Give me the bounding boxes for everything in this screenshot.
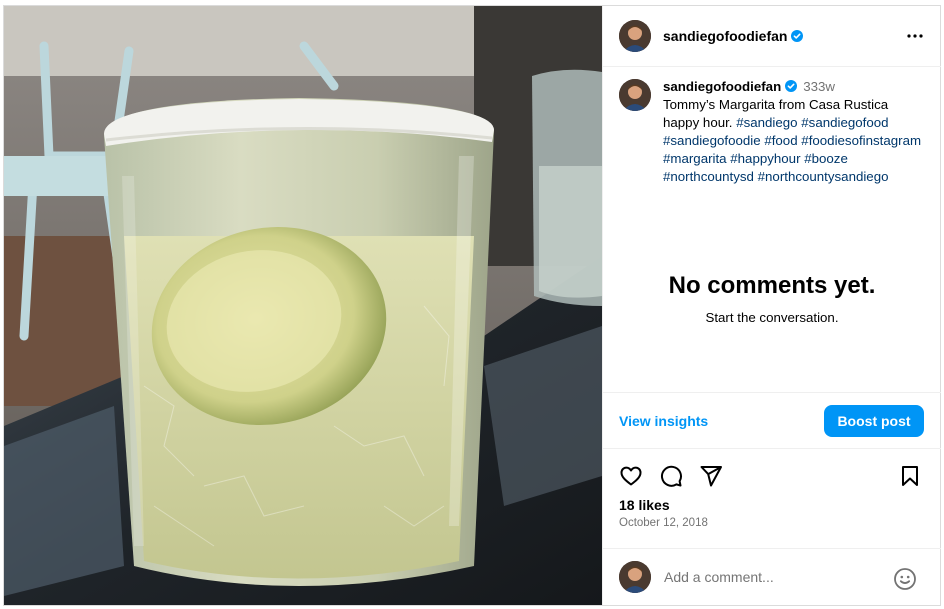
profile-photo-icon bbox=[619, 20, 651, 52]
hashtag[interactable]: #sandiegofoodie bbox=[663, 133, 761, 148]
no-comments-title: No comments yet. bbox=[668, 272, 876, 299]
post-header: sandiegofoodiefan bbox=[603, 6, 941, 67]
emoji-icon[interactable] bbox=[893, 567, 917, 591]
no-comments-placeholder: No comments yet. Start the conversation. bbox=[603, 272, 941, 325]
hashtag[interactable]: #northcountysandiego bbox=[758, 169, 889, 184]
view-insights-link[interactable]: View insights bbox=[619, 413, 708, 429]
profile-photo-icon bbox=[619, 561, 651, 593]
header-username[interactable]: sandiegofoodiefan bbox=[663, 28, 787, 44]
hashtag[interactable]: #food bbox=[764, 133, 797, 148]
comment-icon[interactable] bbox=[655, 460, 687, 492]
post-photo[interactable] bbox=[4, 6, 602, 605]
comment-avatar bbox=[619, 561, 651, 593]
more-options-icon[interactable] bbox=[903, 24, 927, 48]
post-side-panel: sandiegofoodiefan sandiegofoodiefan 333w … bbox=[602, 6, 941, 605]
action-bar bbox=[603, 460, 941, 492]
caption-username[interactable]: sandiegofoodiefan bbox=[663, 79, 781, 94]
hashtag[interactable]: #northcountysd bbox=[663, 169, 754, 184]
verified-badge-icon bbox=[791, 30, 804, 42]
hashtag[interactable]: #sandiegofood bbox=[801, 115, 888, 130]
profile-photo-icon bbox=[619, 79, 651, 111]
verified-badge-icon bbox=[785, 80, 798, 92]
share-icon[interactable] bbox=[695, 460, 727, 492]
likes-count[interactable]: 18 likes bbox=[619, 497, 670, 513]
hashtag[interactable]: #margarita bbox=[663, 151, 727, 166]
comment-input[interactable] bbox=[664, 569, 874, 585]
add-comment-bar bbox=[603, 548, 941, 605]
boost-post-button[interactable]: Boost post bbox=[824, 405, 924, 437]
heart-icon[interactable] bbox=[615, 460, 647, 492]
hashtag[interactable]: #sandiego bbox=[736, 115, 797, 130]
hashtag[interactable]: #booze bbox=[804, 151, 848, 166]
bookmark-icon[interactable] bbox=[894, 460, 926, 492]
avatar[interactable] bbox=[619, 20, 651, 52]
post-dialog: sandiegofoodiefan sandiegofoodiefan 333w … bbox=[3, 5, 941, 606]
no-comments-subtitle: Start the conversation. bbox=[705, 310, 839, 325]
caption-body: sandiegofoodiefan 333w Tommy’s Margarita … bbox=[663, 78, 925, 186]
caption-avatar[interactable] bbox=[619, 79, 651, 111]
post-age: 333w bbox=[803, 79, 835, 94]
margarita-glass-photo bbox=[4, 6, 602, 605]
insights-bar: View insights Boost post bbox=[603, 392, 941, 449]
post-date: October 12, 2018 bbox=[619, 517, 708, 529]
hashtag[interactable]: #foodiesofinstagram bbox=[801, 133, 921, 148]
hashtag[interactable]: #happyhour bbox=[730, 151, 800, 166]
post-caption: sandiegofoodiefan 333w Tommy’s Margarita … bbox=[619, 78, 925, 186]
